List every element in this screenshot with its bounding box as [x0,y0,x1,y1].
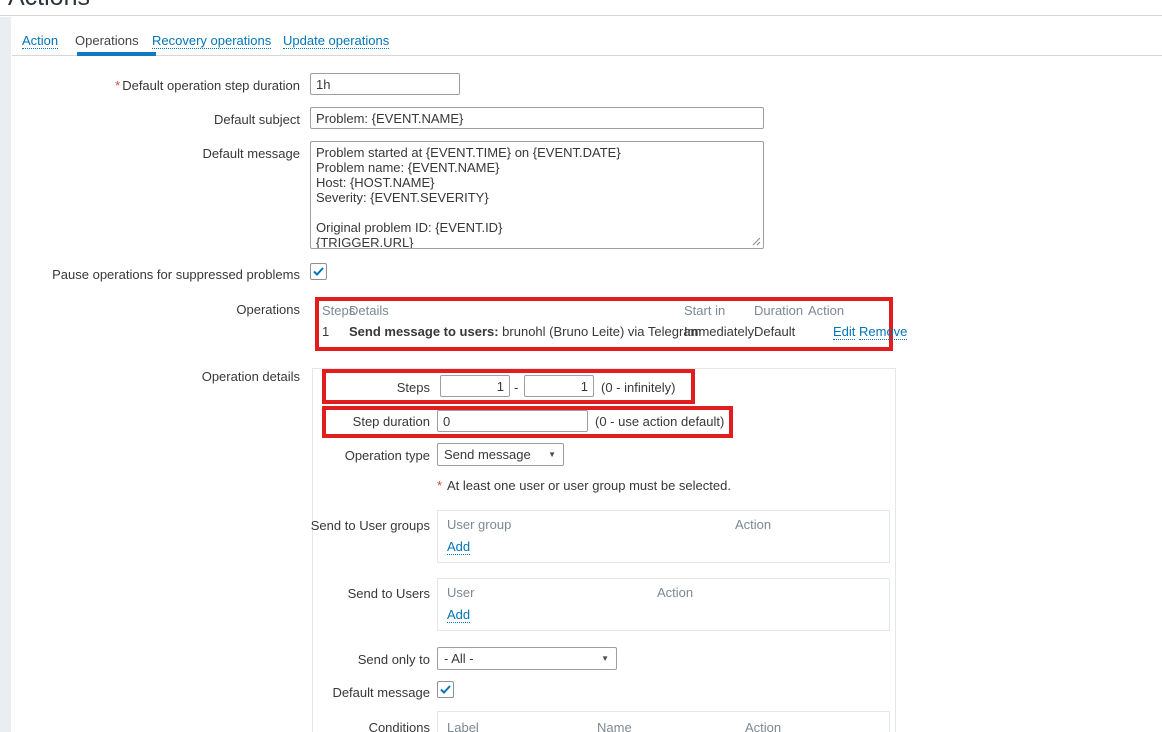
active-tab-underline [77,52,156,56]
default-step-duration-input[interactable] [310,73,460,95]
page-title: Actions [8,0,90,12]
user-groups-add-link[interactable]: Add [447,539,471,555]
operation-type-select[interactable]: Send message ▼ [437,443,564,466]
conditions-header-label: Label [447,720,479,732]
steps-hint: (0 - infinitely) [601,380,676,395]
steps-label: Steps [396,380,430,395]
conditions-box [437,711,890,732]
default-subject-input[interactable] [310,107,764,129]
pause-suppressed-label: Pause operations for suppressed problems [52,267,300,282]
default-subject-label: Default subject [214,112,300,127]
send-only-to-value: - All - [444,651,474,666]
steps-separator: - [514,380,519,395]
send-only-to-select[interactable]: - All - ▼ [437,647,617,670]
tab-operations[interactable]: Operations [75,33,139,48]
default-message-label: Default message [202,146,300,161]
conditions-label: Conditions [368,720,430,732]
step-duration-input[interactable] [437,410,588,432]
steps-from-input[interactable] [440,375,510,397]
default-step-duration-label: * Default operation step duration [115,78,300,93]
textarea-resize-handle-icon[interactable] [751,236,761,246]
required-asterisk: * [115,78,121,93]
details-default-message-checkbox[interactable] [437,681,454,698]
operation-start-in: Immediately [684,324,755,339]
operations-header-details: Details [349,303,389,318]
operation-details-bold: Send message to users: [349,324,499,339]
operation-duration: Default [754,324,796,339]
default-message-textarea[interactable]: Problem started at {EVENT.TIME} on {EVEN… [310,141,764,249]
operation-remove-link[interactable]: Remove [859,324,908,340]
operation-type-label: Operation type [344,448,430,463]
checkmark-icon [313,267,324,276]
operations-label: Operations [236,302,300,317]
dropdown-arrow-icon: ▼ [601,654,609,663]
tab-bar: Action Operations Recovery operations Up… [12,25,1162,56]
operation-type-value: Send message [444,447,531,462]
step-duration-hint: (0 - use action default) [595,414,725,429]
operations-header-duration: Duration [754,303,804,318]
user-groups-header-action: Action [735,517,772,532]
operation-step-number: 1 [322,324,330,339]
send-only-to-label: Send only to [357,652,430,667]
actions-config-page: Actions Action Operations Recovery opera… [0,0,1162,732]
required-asterisk: * [437,478,443,493]
dropdown-arrow-icon: ▼ [548,450,556,459]
pause-suppressed-checkbox[interactable] [310,263,327,280]
operation-details-rest: brunohl (Bruno Leite) via Telegram [498,324,702,339]
tab-recovery-operations[interactable]: Recovery operations [152,33,272,49]
tab-update-operations[interactable]: Update operations [283,33,390,49]
operation-details-text: Send message to users: brunohl (Bruno Le… [349,324,701,339]
operations-header-action: Action [808,303,845,318]
required-note: * At least one user or user group must b… [437,478,731,493]
users-header-user: User [447,585,475,600]
send-to-users-label: Send to Users [347,586,430,601]
title-divider [0,15,1162,16]
operation-edit-link[interactable]: Edit [833,324,856,340]
step-duration-label: Step duration [352,414,430,429]
user-groups-header-user-group: User group [447,517,512,532]
users-header-action: Action [657,585,694,600]
operations-header-start-in: Start in [684,303,726,318]
users-add-link[interactable]: Add [447,607,471,623]
conditions-header-action: Action [745,720,782,732]
checkmark-icon [440,685,451,694]
tab-action[interactable]: Action [22,33,59,49]
details-default-message-label: Default message [332,685,430,700]
steps-to-input[interactable] [524,375,594,397]
conditions-header-name: Name [597,720,632,732]
send-to-user-groups-label: Send to User groups [310,518,430,533]
